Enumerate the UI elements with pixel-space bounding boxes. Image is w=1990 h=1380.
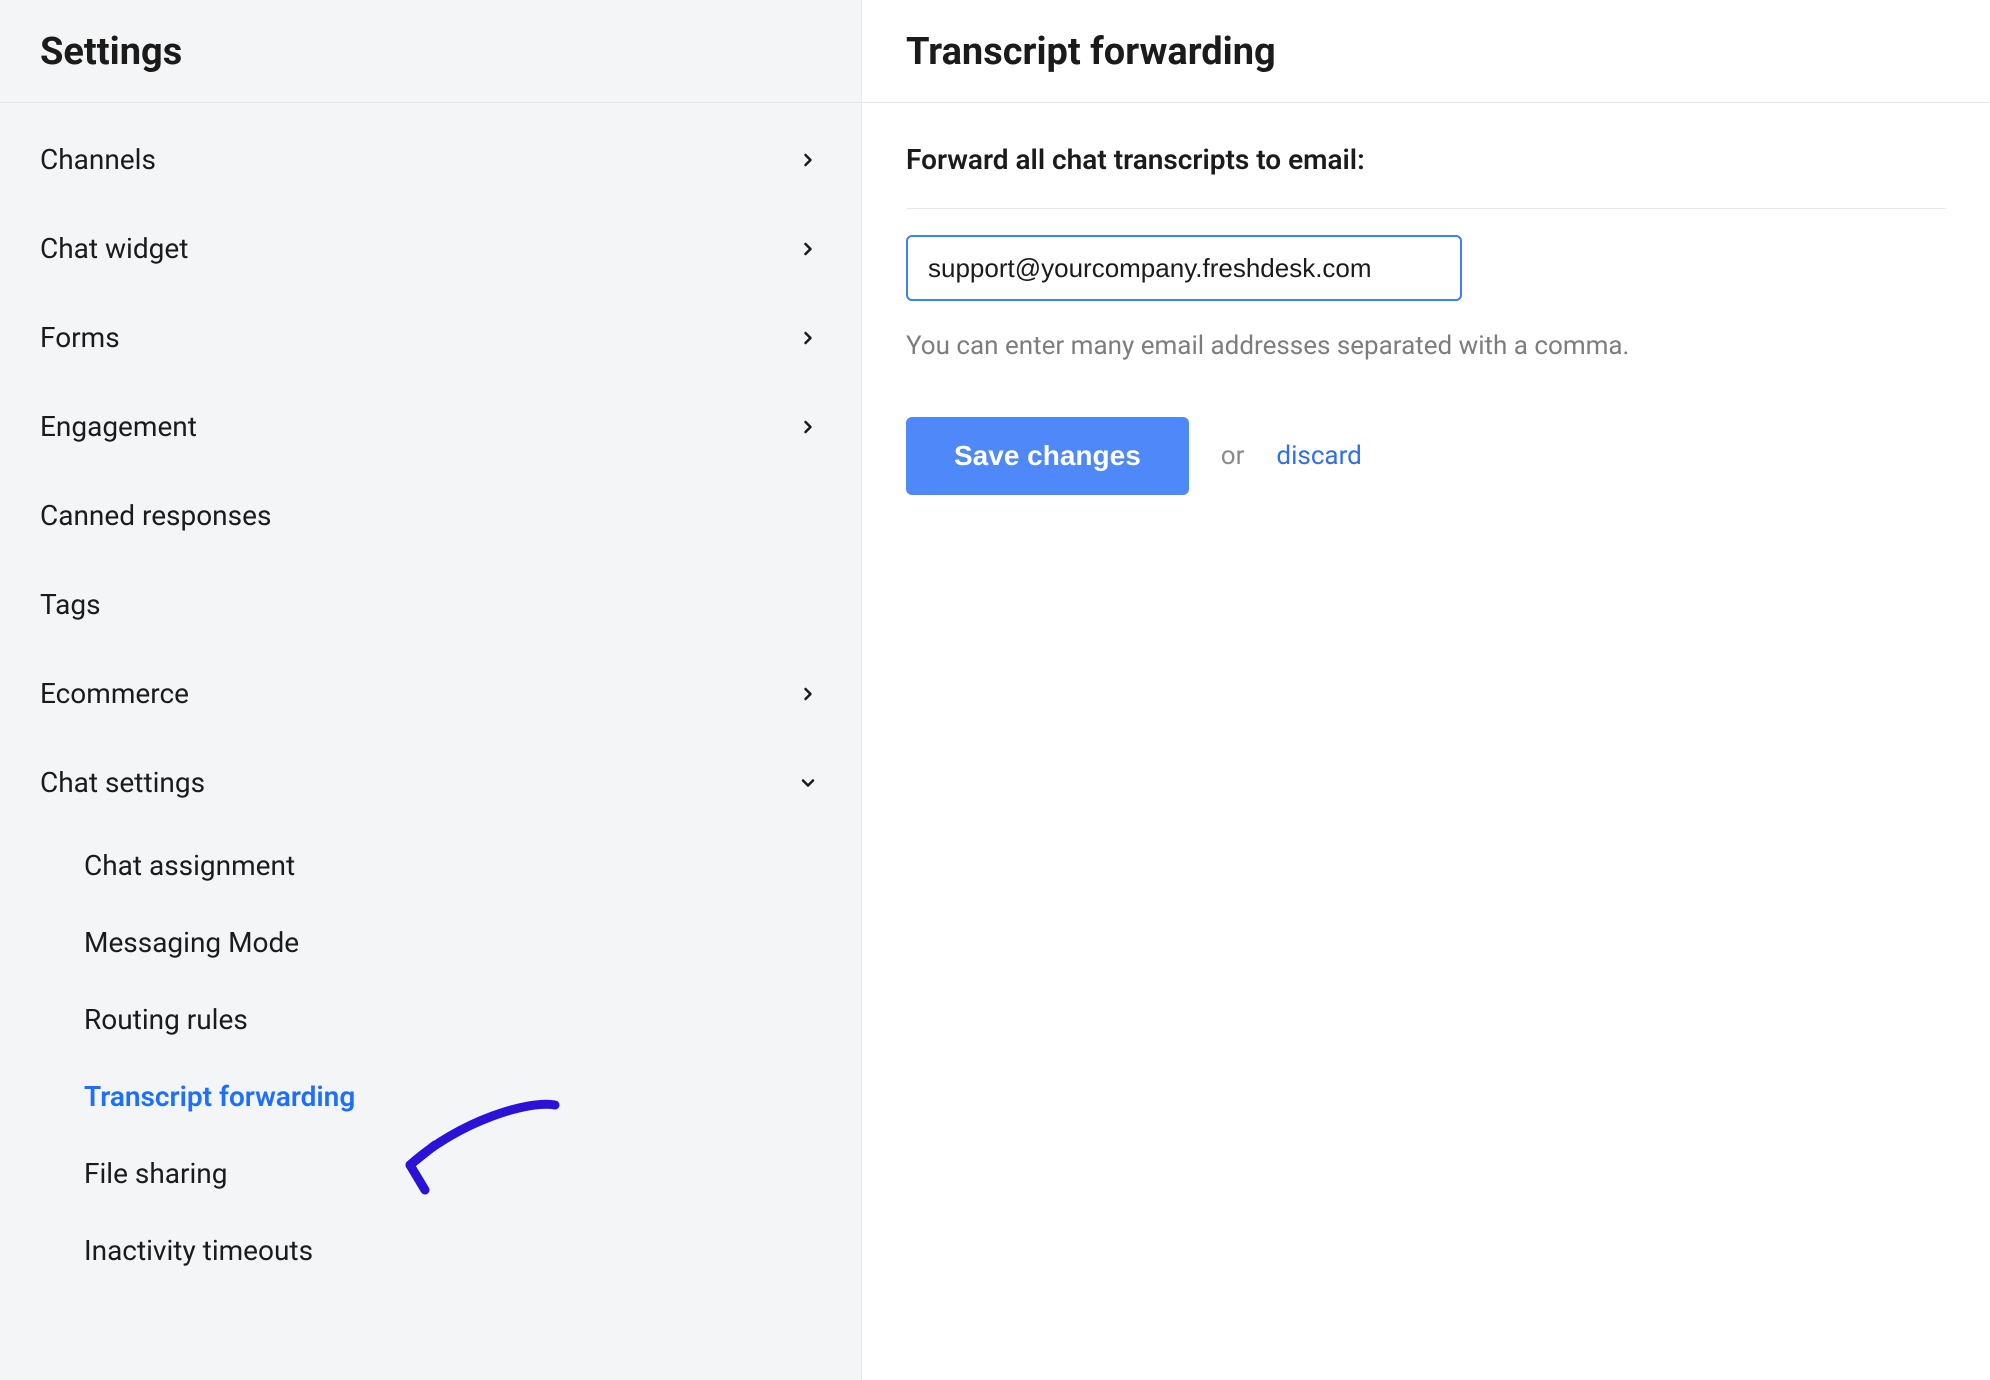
- sidebar-item-forms[interactable]: Forms: [0, 293, 861, 382]
- sidebar-item-label: Chat widget: [40, 232, 188, 265]
- chevron-right-icon: [795, 681, 821, 707]
- sidebar-item-engagement[interactable]: Engagement: [0, 382, 861, 471]
- main-panel: Transcript forwarding Forward all chat t…: [862, 0, 1990, 1380]
- form-section: Forward all chat transcripts to email: Y…: [862, 103, 1990, 361]
- sidebar-item-ecommerce[interactable]: Ecommerce: [0, 649, 861, 738]
- sidebar-item-label: Engagement: [40, 410, 197, 443]
- email-hint-text: You can enter many email addresses separ…: [906, 331, 1946, 361]
- settings-sidebar: Settings Channels Chat widget Forms: [0, 0, 862, 1380]
- sidebar-subitem-chat-assignment[interactable]: Chat assignment: [44, 827, 861, 904]
- sidebar-header: Settings: [0, 0, 861, 103]
- sidebar-item-label: Channels: [40, 143, 156, 176]
- or-text: or: [1221, 441, 1245, 471]
- save-changes-button[interactable]: Save changes: [906, 417, 1189, 495]
- sidebar-subitem-file-sharing[interactable]: File sharing: [44, 1135, 861, 1212]
- chevron-right-icon: [795, 147, 821, 173]
- main-header: Transcript forwarding: [862, 0, 1990, 103]
- sidebar-subitem-routing-rules[interactable]: Routing rules: [44, 981, 861, 1058]
- sidebar-item-canned-responses[interactable]: Canned responses: [0, 471, 861, 560]
- sidebar-item-tags[interactable]: Tags: [0, 560, 861, 649]
- sidebar-item-label: Canned responses: [40, 499, 271, 532]
- sidebar-item-label: Ecommerce: [40, 677, 189, 710]
- sidebar-item-chat-widget[interactable]: Chat widget: [0, 204, 861, 293]
- sidebar-subitem-transcript-forwarding[interactable]: Transcript forwarding: [44, 1058, 861, 1135]
- chevron-right-icon: [795, 236, 821, 262]
- forward-email-input[interactable]: [906, 235, 1462, 301]
- sidebar-item-label: Forms: [40, 321, 120, 354]
- chevron-right-icon: [795, 414, 821, 440]
- email-field-label: Forward all chat transcripts to email:: [906, 143, 1946, 176]
- sidebar-item-label: Chat settings: [40, 766, 205, 799]
- page-title: Transcript forwarding: [906, 30, 1946, 74]
- chevron-right-icon: [795, 325, 821, 351]
- sidebar-title: Settings: [40, 30, 821, 74]
- sidebar-item-chat-settings[interactable]: Chat settings: [0, 738, 861, 827]
- chevron-down-icon: [795, 770, 821, 796]
- sidebar-item-channels[interactable]: Channels: [0, 115, 861, 204]
- chat-settings-submenu: Chat assignment Messaging Mode Routing r…: [0, 827, 861, 1289]
- sidebar-subitem-messaging-mode[interactable]: Messaging Mode: [44, 904, 861, 981]
- discard-link[interactable]: discard: [1276, 441, 1361, 471]
- sidebar-item-label: Tags: [40, 588, 101, 621]
- sidebar-subitem-inactivity-timeouts[interactable]: Inactivity timeouts: [44, 1212, 861, 1289]
- sidebar-nav: Channels Chat widget Forms Engagement: [0, 103, 861, 1289]
- form-actions: Save changes or discard: [862, 361, 1990, 495]
